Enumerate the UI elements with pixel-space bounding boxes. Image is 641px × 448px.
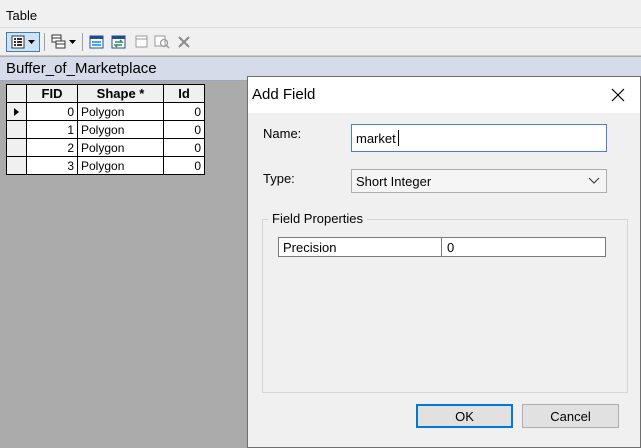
zoom-to-selected-button[interactable]	[153, 32, 171, 52]
column-header-shape[interactable]: Shape *	[77, 84, 164, 103]
cell-fid[interactable]: 3	[26, 156, 78, 175]
ok-button[interactable]: OK	[416, 404, 513, 428]
add-field-dialog: Add Field Name: market Type: Short Integ…	[247, 76, 641, 448]
table-row[interactable]: 1 Polygon 0	[6, 120, 205, 139]
table-row[interactable]: 0 Polygon 0	[6, 102, 205, 121]
cell-fid[interactable]: 1	[26, 120, 78, 139]
window-title: Table	[6, 8, 38, 23]
dialog-titlebar[interactable]: Add Field	[248, 77, 640, 113]
clear-selection-icon	[135, 35, 148, 48]
field-properties-grid: Precision 0	[278, 237, 606, 257]
table-row[interactable]: 3 Polygon 0	[6, 156, 205, 175]
toolbar-separator	[82, 33, 83, 51]
row-selector[interactable]	[6, 120, 27, 139]
text-caret	[398, 130, 399, 146]
close-button[interactable]	[608, 85, 628, 105]
column-header-fid[interactable]: FID	[26, 84, 78, 103]
table-options-icon	[11, 35, 25, 49]
cell-shape[interactable]: Polygon	[77, 156, 164, 175]
type-select[interactable]: Short Integer	[351, 169, 607, 193]
dropdown-arrow-icon	[68, 39, 76, 44]
table-tab-title: Buffer_of_Marketplace	[6, 60, 157, 77]
column-header-id[interactable]: Id	[163, 84, 205, 103]
type-select-value: Short Integer	[356, 174, 432, 189]
cell-id[interactable]: 0	[163, 102, 205, 121]
field-properties-label: Field Properties	[268, 211, 368, 226]
dropdown-arrow-icon	[28, 39, 35, 44]
cell-id[interactable]: 0	[163, 138, 205, 157]
current-row-icon	[13, 107, 19, 116]
close-icon	[611, 88, 625, 102]
name-field[interactable]: market	[351, 124, 607, 152]
name-label: Name:	[263, 126, 302, 141]
select-by-attributes-button[interactable]	[87, 32, 107, 52]
chevron-down-icon	[588, 177, 600, 184]
table-toolbar	[0, 28, 641, 56]
table-options-button[interactable]	[6, 32, 40, 52]
type-label: Type:	[263, 171, 295, 186]
dialog-title: Add Field	[252, 86, 316, 103]
row-selector[interactable]	[6, 102, 27, 121]
toolbar-separator	[44, 33, 45, 51]
cell-shape[interactable]: Polygon	[77, 138, 164, 157]
cell-fid[interactable]: 2	[26, 138, 78, 157]
related-tables-icon	[51, 34, 65, 49]
zoom-to-selected-icon	[154, 35, 170, 49]
cell-fid[interactable]: 0	[26, 102, 78, 121]
precision-value: 0	[447, 240, 455, 255]
cell-id[interactable]: 0	[163, 120, 205, 139]
delete-selected-button[interactable]	[175, 32, 193, 52]
attribute-table: FID Shape * Id 0 Polygon 0 1 Polygon 0 2…	[6, 84, 205, 175]
precision-label: Precision	[283, 240, 337, 255]
precision-property-name: Precision	[279, 238, 442, 256]
cell-shape[interactable]: Polygon	[77, 120, 164, 139]
switch-selection-button[interactable]	[109, 32, 129, 52]
related-tables-button[interactable]	[48, 32, 78, 52]
row-selector-header[interactable]	[6, 84, 27, 103]
cancel-button[interactable]: Cancel	[522, 404, 619, 428]
cell-shape[interactable]: Polygon	[77, 102, 164, 121]
row-selector[interactable]	[6, 138, 27, 157]
table-row[interactable]: 2 Polygon 0	[6, 138, 205, 157]
row-selector[interactable]	[6, 156, 27, 175]
name-field-value: market	[356, 131, 396, 146]
clear-selection-button[interactable]	[133, 32, 151, 52]
table-window-titlebar: Table	[0, 0, 641, 28]
cell-id[interactable]: 0	[163, 156, 205, 175]
switch-selection-icon	[111, 35, 126, 49]
select-by-attributes-icon	[89, 35, 104, 49]
delete-selected-icon	[178, 36, 190, 48]
